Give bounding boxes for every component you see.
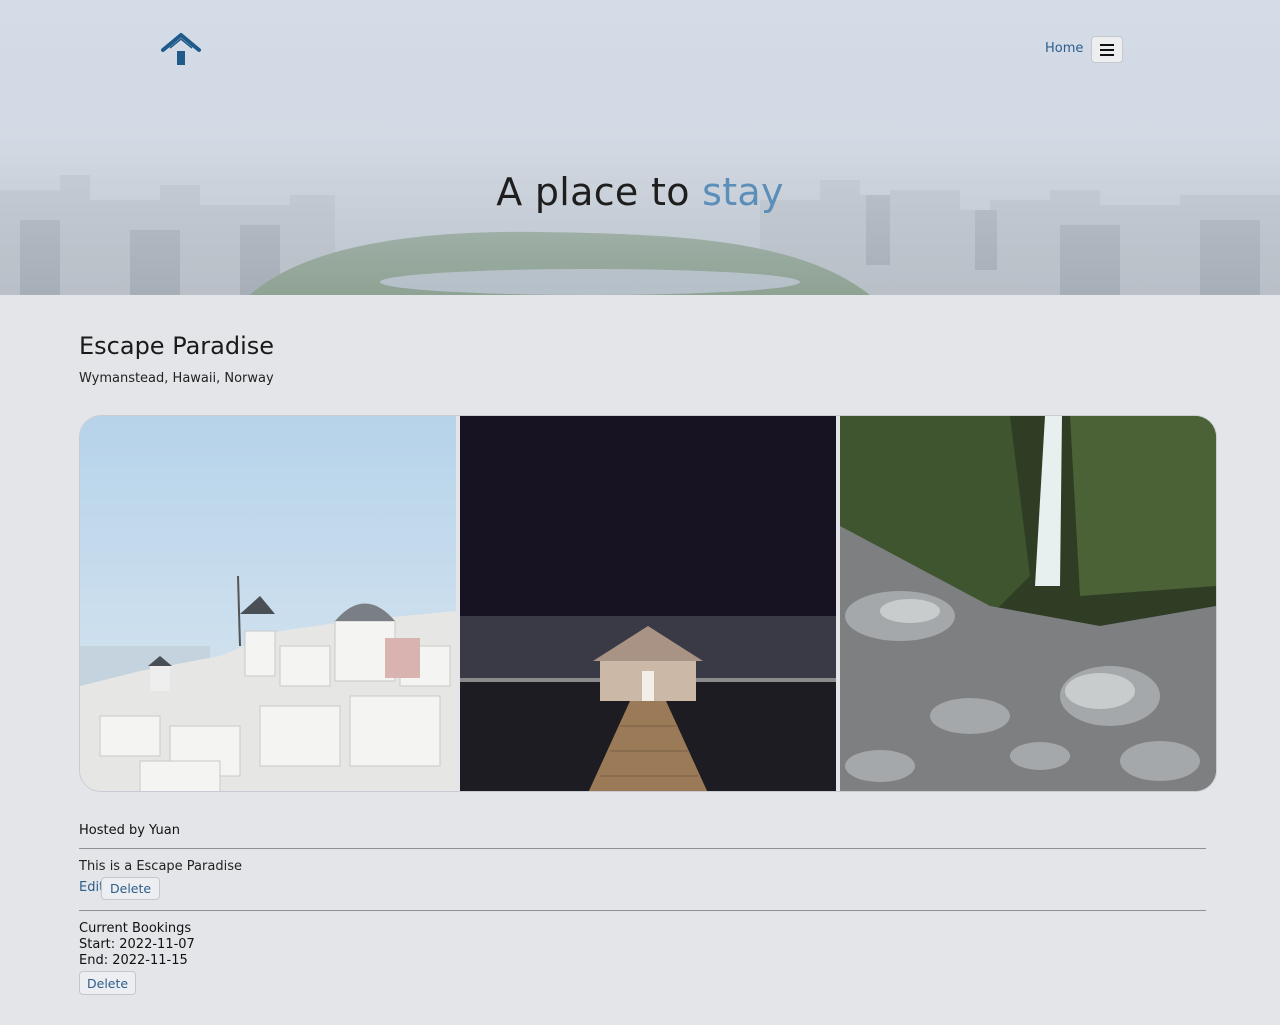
- waterfall-rocks-photo[interactable]: [840, 416, 1216, 791]
- hero-title-accent: stay: [702, 170, 784, 214]
- bookings-heading: Current Bookings: [79, 921, 192, 936]
- listing-description: This is a Escape Paradise: [79, 859, 242, 874]
- photo-gallery: [79, 415, 1217, 792]
- hamburger-menu-icon: [1100, 43, 1114, 56]
- hero-banner: Home A place to stay: [0, 0, 1280, 295]
- santorini-photo[interactable]: [80, 416, 456, 791]
- divider: [79, 848, 1206, 849]
- host-name: Hosted by Yuan: [79, 823, 180, 838]
- house-icon[interactable]: [160, 30, 202, 68]
- boathouse-night-photo[interactable]: [460, 416, 836, 791]
- hero-title-main: A place to: [496, 170, 703, 214]
- delete-listing-button[interactable]: Delete: [101, 877, 161, 900]
- listing-location: Wymanstead, Hawaii, Norway: [79, 371, 274, 386]
- delete-booking-button[interactable]: Delete: [79, 971, 137, 995]
- divider: [79, 910, 1206, 911]
- nav-home-link[interactable]: Home: [1045, 41, 1083, 56]
- booking-start-date: Start: 2022-11-07: [79, 937, 195, 952]
- hero-title: A place to stay: [0, 170, 1280, 214]
- listing-title: Escape Paradise: [79, 332, 275, 360]
- menu-toggle-button[interactable]: [1091, 36, 1123, 63]
- booking-end-date: End: 2022-11-15: [79, 953, 188, 968]
